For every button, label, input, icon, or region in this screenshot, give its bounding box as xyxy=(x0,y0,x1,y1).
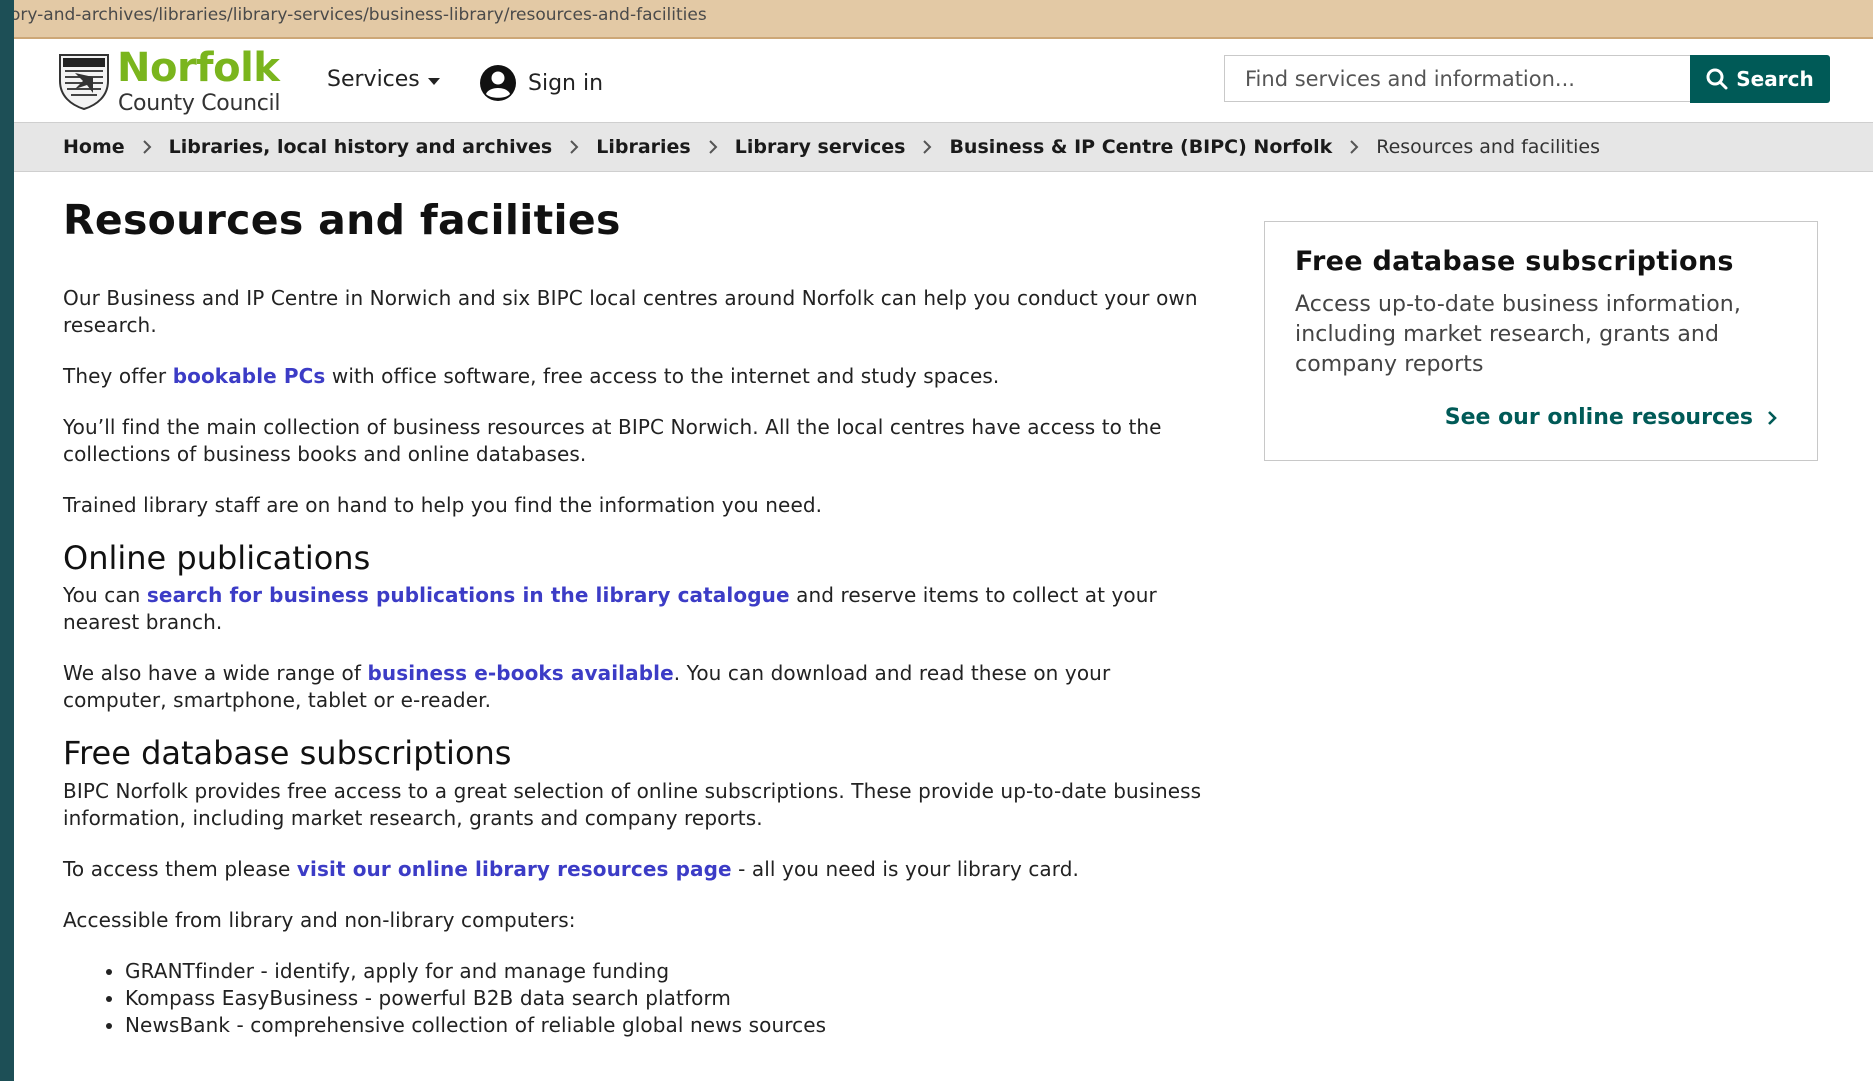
free-database-heading: Free database subscriptions xyxy=(63,733,512,772)
library-catalogue-link[interactable]: search for business publications in the … xyxy=(147,583,790,607)
free-database-card: Free database subscriptions Access up-to… xyxy=(1264,221,1818,461)
services-menu-button[interactable]: Services xyxy=(327,67,440,92)
breadcrumb-bipc-norfolk[interactable]: Business & IP Centre (BIPC) Norfolk xyxy=(949,136,1332,158)
text: They offer xyxy=(63,364,173,389)
database-list: GRANTfinder - identify, apply for and ma… xyxy=(63,958,1203,1039)
online-paragraph-2: We also have a wide range of business e-… xyxy=(63,660,1203,714)
breadcrumb-home[interactable]: Home xyxy=(63,136,125,158)
text: You can xyxy=(63,582,147,607)
business-ebooks-link[interactable]: business e-books available xyxy=(367,661,673,685)
search-button[interactable]: Search xyxy=(1690,55,1830,103)
list-item: NewsBank - comprehensive collection of r… xyxy=(125,1012,1203,1039)
intro-paragraph-2: They offer bookable PCs with office soft… xyxy=(63,363,1203,390)
user-circle-icon xyxy=(480,65,516,101)
text: - all you need is your library card. xyxy=(731,856,1080,881)
site-header: Norfolk County Council Services Sign in … xyxy=(14,39,1873,122)
page: ory-and-archives/libraries/library-servi… xyxy=(14,0,1873,1081)
chevron-right-icon xyxy=(1349,140,1359,154)
chevron-right-icon xyxy=(922,140,932,154)
sign-in-link[interactable]: Sign in xyxy=(479,64,603,102)
text: To access them please xyxy=(63,856,297,881)
bookable-pcs-link[interactable]: bookable PCs xyxy=(173,364,326,388)
online-library-resources-link[interactable]: visit our online library resources page xyxy=(297,857,732,881)
card-title: Free database subscriptions xyxy=(1295,246,1734,277)
list-item: GRANTfinder - identify, apply for and ma… xyxy=(125,958,1203,985)
address-bar[interactable]: ory-and-archives/libraries/library-servi… xyxy=(14,0,1873,39)
breadcrumb-current: Resources and facilities xyxy=(1376,136,1601,158)
card-link-label: See our online resources xyxy=(1444,405,1753,430)
intro-paragraph-1: Our Business and IP Centre in Norwich an… xyxy=(63,286,1198,338)
chevron-right-icon xyxy=(569,140,579,154)
site-logo[interactable]: Norfolk County Council xyxy=(57,45,317,116)
chevron-right-icon xyxy=(708,140,718,154)
search-input[interactable] xyxy=(1224,55,1690,102)
database-paragraph-3: Accessible from library and non-library … xyxy=(63,907,576,932)
card-text: Access up-to-date business information, … xyxy=(1295,292,1741,377)
logo-sub-text: County Council xyxy=(118,91,281,116)
intro-paragraph-4: Trained library staff are on hand to hel… xyxy=(63,493,823,518)
sign-in-label: Sign in xyxy=(528,70,604,96)
text: with office software, free access to the… xyxy=(325,364,1000,389)
breadcrumb: Home Libraries, local history and archiv… xyxy=(14,122,1873,172)
services-label: Services xyxy=(327,67,420,92)
database-paragraph-1: BIPC Norfolk provides free access to a g… xyxy=(63,778,1202,830)
list-item: Kompass EasyBusiness - powerful B2B data… xyxy=(125,985,1203,1012)
intro-paragraph-3: You’ll find the main collection of busin… xyxy=(63,415,1162,467)
breadcrumb-libraries[interactable]: Libraries xyxy=(596,136,691,158)
online-publications-heading: Online publications xyxy=(63,539,371,578)
chevron-right-icon xyxy=(142,140,152,154)
breadcrumb-library-services[interactable]: Library services xyxy=(735,136,906,158)
search-icon xyxy=(1706,68,1728,90)
main-content: Resources and facilities Our Business an… xyxy=(63,196,1203,1039)
page-title: Resources and facilities xyxy=(63,196,621,244)
database-paragraph-2: To access them please visit our online l… xyxy=(63,856,1203,883)
search-button-label: Search xyxy=(1736,67,1814,91)
caret-down-icon xyxy=(427,77,440,85)
online-paragraph-1: You can search for business publications… xyxy=(63,582,1203,636)
norfolk-crest-icon xyxy=(59,54,109,111)
logo-main-text: Norfolk xyxy=(117,45,280,91)
chevron-right-icon xyxy=(1768,410,1777,425)
see-online-resources-link[interactable]: See our online resources xyxy=(1445,405,1777,430)
breadcrumb-libraries-local-history[interactable]: Libraries, local history and archives xyxy=(169,136,553,158)
text: We also have a wide range of xyxy=(63,660,368,685)
url-text: ory-and-archives/libraries/library-servi… xyxy=(14,5,707,25)
